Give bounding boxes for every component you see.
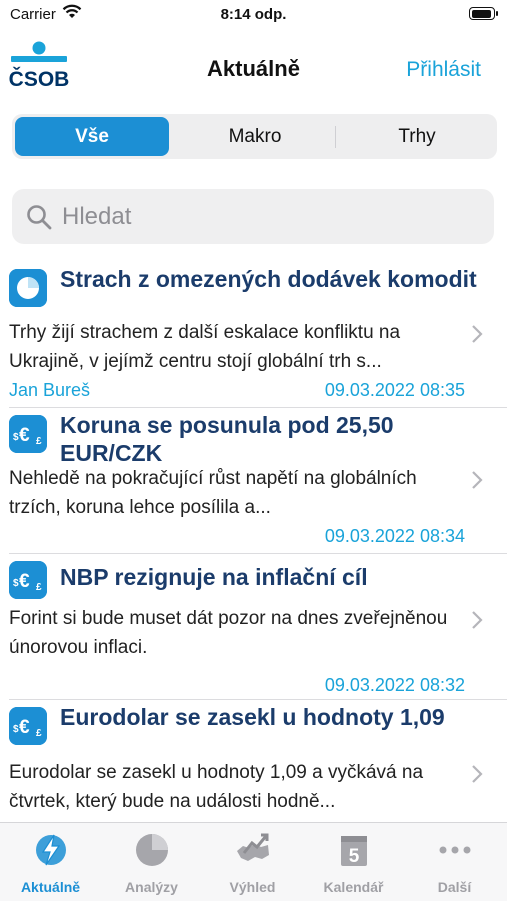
tab-label: Kalendář: [323, 879, 384, 895]
article-row[interactable]: $ € £ Eurodolar se zasekl u hodnoty 1,09…: [0, 700, 507, 822]
tab-label: Další: [437, 879, 472, 895]
search-bar[interactable]: [12, 189, 494, 244]
pie-chart-icon: [136, 834, 168, 866]
svg-text:£: £: [36, 436, 42, 447]
tab-news[interactable]: Aktuálně: [0, 823, 101, 901]
article-title: Eurodolar se zasekl u hodnoty 1,09: [60, 704, 445, 730]
chevron-right-icon: [472, 765, 483, 783]
map-outlook-icon: [237, 833, 269, 861]
svg-text:€: €: [19, 717, 30, 738]
segment-markets[interactable]: Trhy: [342, 117, 492, 156]
tab-analyses[interactable]: Analýzy: [101, 823, 202, 901]
article-title: Koruna se posunula pod 25,50 EUR/CZK: [60, 412, 394, 466]
login-button[interactable]: Přihlásit: [406, 58, 481, 82]
tab-bar: Aktuálně Analýzy Výhled 5 Kalendář Další: [0, 822, 507, 901]
tab-label: Výhled: [229, 879, 276, 895]
svg-text:£: £: [36, 728, 42, 739]
status-bar: Carrier 8:14 odp.: [0, 0, 507, 30]
article-title: NBP rezignuje na inflační cíl: [60, 564, 368, 590]
segment-macro[interactable]: Makro: [180, 117, 330, 156]
calendar-day: 5: [349, 846, 360, 867]
tab-more[interactable]: Další: [404, 823, 505, 901]
category-segmented-control: Vše Makro Trhy: [12, 114, 497, 159]
article-row[interactable]: Strach z omezených dodávek komodit Trhy …: [0, 262, 507, 408]
article-summary: Nehledě na pokračující růst napětí na gl…: [9, 468, 417, 518]
chevron-right-icon: [472, 611, 483, 629]
article-summary: Trhy žijí strachem z další eskalace konf…: [9, 322, 401, 372]
currency-icon: $ € £: [9, 707, 47, 745]
chevron-right-icon: [472, 471, 483, 489]
search-icon: [27, 205, 52, 230]
tab-label: Aktuálně: [20, 879, 81, 895]
navigation-bar: ČSOB Aktuálně Přihlásit: [0, 36, 507, 100]
article-date: 09.03.2022 08:32: [324, 675, 465, 695]
pie-chart-icon: [9, 269, 47, 307]
tab-label: Analýzy: [125, 879, 178, 895]
svg-text:€: €: [19, 425, 30, 446]
article-date: 09.03.2022 08:35: [324, 380, 465, 400]
tab-outlook[interactable]: Výhled: [202, 823, 303, 901]
segment-divider: [335, 126, 336, 148]
article-summary: Eurodolar se zasekl u hodnoty 1,09 a vyč…: [9, 762, 424, 812]
search-input[interactable]: [62, 199, 482, 234]
svg-text:€: €: [19, 571, 30, 592]
article-date: 09.03.2022 08:34: [324, 526, 465, 546]
article-summary: Forint si bude muset dát pozor na dnes z…: [9, 608, 448, 658]
article-author: Jan Bureš: [9, 380, 91, 400]
article-row[interactable]: $ € £ NBP rezignuje na inflační cíl Fori…: [0, 554, 507, 700]
news-bolt-icon: [36, 834, 66, 866]
svg-text:£: £: [36, 582, 42, 593]
clock: 8:14 odp.: [220, 6, 287, 23]
article-row[interactable]: $ € £ Koruna se posunula pod 25,50 EUR/C…: [0, 408, 507, 554]
battery-icon: [469, 7, 498, 20]
calendar-icon: 5: [341, 836, 367, 867]
chevron-right-icon: [472, 325, 483, 343]
more-icon: [439, 846, 471, 854]
tab-calendar[interactable]: 5 Kalendář: [303, 823, 404, 901]
currency-icon: $ € £: [9, 415, 47, 453]
article-title: Strach z omezených dodávek komodit: [60, 266, 477, 292]
currency-icon: $ € £: [9, 561, 47, 599]
segment-all[interactable]: Vše: [15, 117, 169, 156]
